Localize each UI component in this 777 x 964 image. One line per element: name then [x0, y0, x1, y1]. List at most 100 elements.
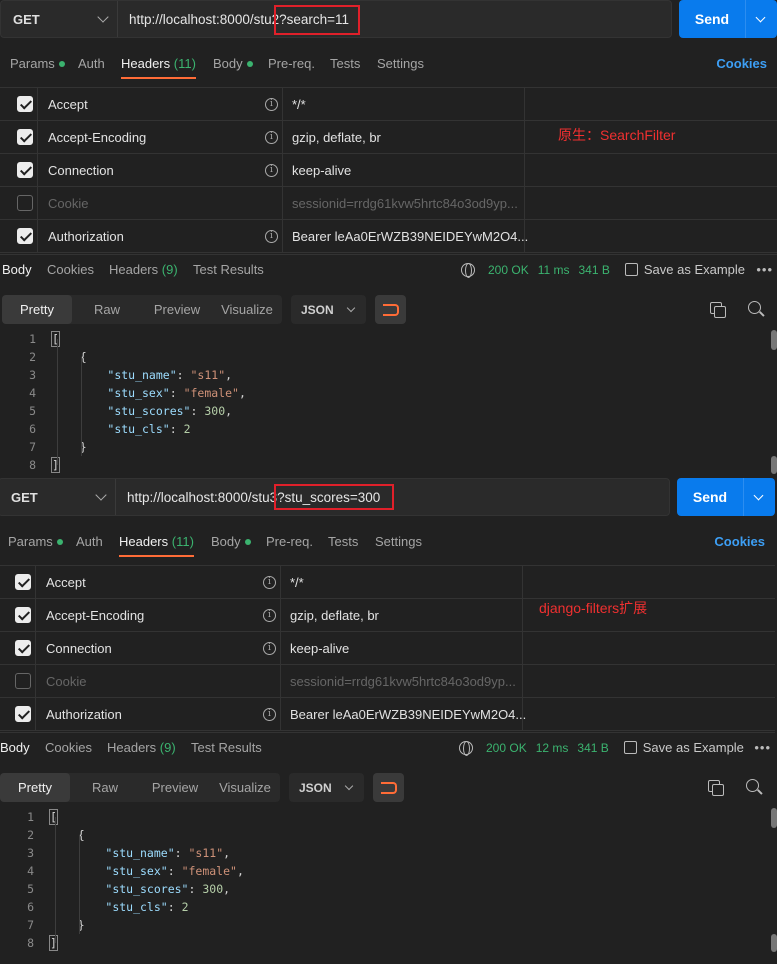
- resp-tab-cookies[interactable]: Cookies: [47, 262, 94, 277]
- wrap-lines-icon[interactable]: [373, 773, 404, 802]
- header-checkbox[interactable]: [15, 706, 31, 722]
- header-value[interactable]: gzip, deflate, br: [290, 608, 379, 623]
- code-scrollbar[interactable]: [771, 808, 777, 828]
- view-tab-raw[interactable]: Raw: [70, 773, 140, 802]
- resp-tab-headers[interactable]: Headers (9): [109, 262, 178, 277]
- header-value[interactable]: sessionid=rrdg61kvw5hrtc84o3od9yp...: [290, 674, 516, 689]
- tab-auth[interactable]: Auth: [78, 56, 105, 71]
- cookies-link[interactable]: Cookies: [714, 534, 765, 549]
- header-checkbox[interactable]: [15, 607, 31, 623]
- resp-tab-test-results[interactable]: Test Results: [191, 740, 262, 755]
- response-size[interactable]: 341 B: [579, 263, 610, 277]
- header-key[interactable]: Accept-Encoding: [48, 130, 146, 145]
- send-button[interactable]: Send: [677, 478, 775, 516]
- info-icon[interactable]: i: [263, 641, 276, 655]
- chevron-down-icon[interactable]: [755, 12, 766, 22]
- format-select[interactable]: JSON: [289, 773, 364, 802]
- code-scrollbar-bottom[interactable]: [771, 456, 777, 474]
- method-select[interactable]: GET: [0, 479, 116, 515]
- header-key[interactable]: Cookie: [48, 196, 88, 211]
- resp-tab-body[interactable]: Body: [2, 262, 32, 277]
- view-tab-preview[interactable]: Preview: [140, 773, 210, 802]
- tab-prereq[interactable]: Pre-req.: [266, 534, 313, 549]
- header-key[interactable]: Connection: [46, 641, 112, 656]
- copy-icon[interactable]: [710, 302, 726, 318]
- info-icon[interactable]: i: [263, 707, 276, 721]
- code-scrollbar[interactable]: [771, 330, 777, 350]
- tab-params[interactable]: Params: [10, 56, 65, 71]
- tab-auth[interactable]: Auth: [76, 534, 103, 549]
- header-key[interactable]: Authorization: [46, 707, 122, 722]
- header-key[interactable]: Cookie: [46, 674, 86, 689]
- globe-icon[interactable]: [459, 740, 473, 756]
- resp-tab-test-results[interactable]: Test Results: [193, 262, 264, 277]
- header-checkbox[interactable]: [17, 129, 33, 145]
- view-tab-pretty[interactable]: Pretty: [2, 295, 72, 324]
- tab-body[interactable]: Body: [211, 534, 251, 549]
- response-size[interactable]: 341 B: [577, 741, 608, 755]
- header-value[interactable]: keep-alive: [292, 163, 351, 178]
- header-key[interactable]: Accept-Encoding: [46, 608, 144, 623]
- header-key[interactable]: Authorization: [48, 229, 124, 244]
- wrap-lines-icon[interactable]: [375, 295, 406, 324]
- more-options-icon[interactable]: •••: [756, 262, 773, 277]
- globe-icon[interactable]: [461, 262, 475, 278]
- copy-icon[interactable]: [708, 780, 724, 796]
- info-icon[interactable]: i: [265, 163, 278, 177]
- header-key[interactable]: Accept: [48, 97, 88, 112]
- search-icon[interactable]: [748, 301, 761, 314]
- method-select[interactable]: GET: [1, 1, 118, 37]
- tab-tests[interactable]: Tests: [328, 534, 358, 549]
- info-icon[interactable]: i: [265, 130, 278, 144]
- header-value[interactable]: gzip, deflate, br: [292, 130, 381, 145]
- tab-headers[interactable]: Headers (11): [119, 534, 194, 557]
- info-icon[interactable]: i: [265, 97, 278, 111]
- header-value[interactable]: Bearer leAa0ErWZB39NEIDEYwM2O4...: [292, 229, 528, 244]
- response-time[interactable]: 12 ms: [536, 741, 569, 755]
- header-value[interactable]: Bearer leAa0ErWZB39NEIDEYwM2O4...: [290, 707, 526, 722]
- header-checkbox[interactable]: [15, 640, 31, 656]
- header-key[interactable]: Accept: [46, 575, 86, 590]
- resp-tab-body[interactable]: Body: [0, 740, 30, 755]
- header-value[interactable]: sessionid=rrdg61kvw5hrtc84o3od9yp...: [292, 196, 518, 211]
- resp-tab-cookies[interactable]: Cookies: [45, 740, 92, 755]
- header-value[interactable]: keep-alive: [290, 641, 349, 656]
- view-tab-visualize[interactable]: Visualize: [212, 295, 282, 324]
- view-tab-raw[interactable]: Raw: [72, 295, 142, 324]
- info-icon[interactable]: i: [263, 575, 276, 589]
- header-value[interactable]: */*: [292, 97, 306, 112]
- response-time[interactable]: 11 ms: [538, 263, 570, 277]
- tab-prereq[interactable]: Pre-req.: [268, 56, 315, 71]
- chevron-down-icon[interactable]: [753, 490, 764, 500]
- format-select[interactable]: JSON: [291, 295, 366, 324]
- tab-settings[interactable]: Settings: [377, 56, 424, 71]
- info-icon[interactable]: i: [265, 229, 278, 243]
- header-key[interactable]: Connection: [48, 163, 114, 178]
- view-tab-visualize[interactable]: Visualize: [210, 773, 280, 802]
- header-checkbox[interactable]: [17, 195, 33, 211]
- tab-params[interactable]: Params: [8, 534, 63, 549]
- resp-tab-headers[interactable]: Headers (9): [107, 740, 176, 755]
- header-value[interactable]: */*: [290, 575, 304, 590]
- view-tab-preview[interactable]: Preview: [142, 295, 212, 324]
- view-tab-pretty[interactable]: Pretty: [0, 773, 70, 802]
- search-icon[interactable]: [746, 779, 759, 792]
- tab-headers[interactable]: Headers (11): [121, 56, 196, 79]
- header-checkbox[interactable]: [17, 162, 33, 178]
- more-options-icon[interactable]: •••: [754, 740, 771, 755]
- status-code[interactable]: 200 OK: [488, 263, 529, 277]
- cookies-link[interactable]: Cookies: [716, 56, 767, 71]
- tab-tests[interactable]: Tests: [330, 56, 360, 71]
- header-checkbox[interactable]: [15, 673, 31, 689]
- tab-settings[interactable]: Settings: [375, 534, 422, 549]
- info-icon[interactable]: i: [263, 608, 276, 622]
- save-as-example-button[interactable]: Save as Example: [644, 262, 745, 277]
- header-checkbox[interactable]: [17, 96, 33, 112]
- header-checkbox[interactable]: [15, 574, 31, 590]
- status-code[interactable]: 200 OK: [486, 741, 527, 755]
- save-as-example-button[interactable]: Save as Example: [643, 740, 744, 755]
- send-button[interactable]: Send: [679, 0, 777, 38]
- code-scrollbar-bottom[interactable]: [771, 934, 777, 952]
- header-checkbox[interactable]: [17, 228, 33, 244]
- tab-body[interactable]: Body: [213, 56, 253, 71]
